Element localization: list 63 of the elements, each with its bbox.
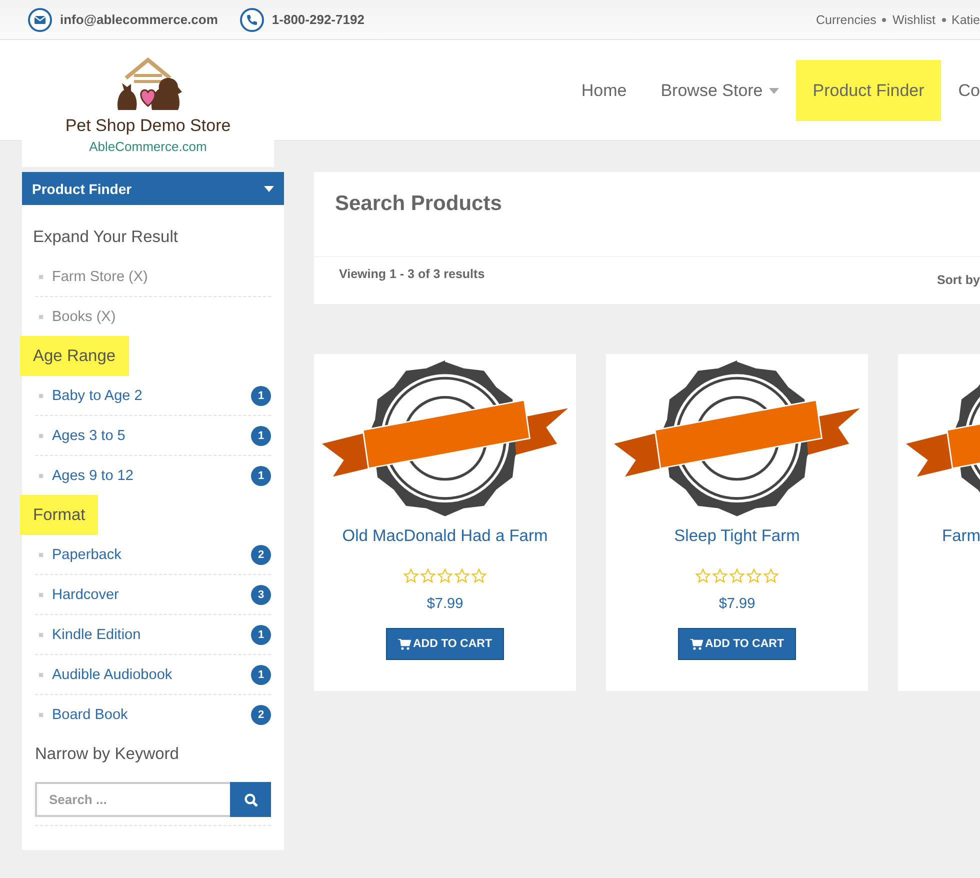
nav-item[interactable]: Home [564,60,644,121]
filter-link[interactable]: Ages 9 to 12 [52,468,251,484]
results-summary: Viewing 1 - 3 of 3 results [338,266,485,283]
count-badge: 1 [251,426,271,446]
count-badge: 1 [251,386,271,406]
section-heading: Expand Your Result [32,227,179,248]
sidebar-header[interactable]: Product Finder [22,172,284,205]
store-site: AbleCommerce.com [89,139,207,154]
top-link[interactable]: Currencies [816,12,876,26]
remove-filter-link[interactable]: Farm Store (X) [52,268,271,284]
star-icon [712,568,728,584]
star-icon [437,568,453,584]
price: $7.99 [426,596,464,612]
search-field[interactable]: Search ... [35,782,230,817]
filter-link[interactable]: Ages 3 to 5 [52,428,251,444]
star-icon [729,568,745,584]
add-to-cart-button[interactable]: ADD TO CART [386,628,504,660]
sort-label: Sort by [936,272,980,287]
search-icon [244,792,258,806]
store-name: Pet Shop Demo Store [65,116,231,136]
star-icon [454,568,470,584]
filter-link[interactable]: Board Book [52,706,251,722]
star-icon [746,568,762,584]
filter-link[interactable]: Kindle Edition [52,626,251,642]
remove-filter-link[interactable]: Books (X) [52,308,271,324]
search-button[interactable] [230,782,271,817]
caret-icon [264,186,274,192]
count-badge: 2 [251,704,271,724]
price: $7.99 [718,596,756,612]
page-title: Search Products [334,191,503,217]
filter-link[interactable]: Paperback [52,546,251,562]
email-icon [28,8,52,32]
add-to-cart-button[interactable]: ADD TO CART [678,628,796,660]
cart-icon [690,638,703,650]
top-link[interactable]: Wishlist [892,12,936,26]
count-badge: 1 [251,624,271,644]
nav-item[interactable]: Product Finder [796,60,942,121]
section-heading: Age Range [20,336,129,376]
count-badge: 3 [251,584,271,604]
star-icon [403,568,419,584]
nav-item[interactable]: Browse Store [644,60,796,121]
star-icon [471,568,487,584]
product-name-link[interactable]: Old MacDonald Had a Farm [342,527,548,546]
product-name-link[interactable]: Farm [898,527,980,546]
nav-item[interactable]: Co [941,60,980,121]
filter-link[interactable]: Hardcover [52,586,251,602]
count-badge: 1 [251,664,271,684]
phone-number: 1-800-292-7192 [272,12,364,27]
star-icon [695,568,711,584]
star-icon [763,568,779,584]
filter-link[interactable]: Baby to Age 2 [52,388,251,404]
count-badge: 1 [251,466,271,486]
cart-icon [398,638,411,650]
section-heading: Narrow by Keyword [35,744,179,765]
top-link[interactable]: Katie [952,12,980,26]
star-icon [420,568,436,584]
sidebar-title: Product Finder [32,180,132,196]
section-heading: Format [20,495,98,535]
count-badge: 2 [251,544,271,564]
product-name-link[interactable]: Sleep Tight Farm [674,527,800,546]
filter-link[interactable]: Audible Audiobook [52,666,251,682]
phone-icon [240,8,264,32]
email-link[interactable]: info@ablecommerce.com [60,12,218,27]
